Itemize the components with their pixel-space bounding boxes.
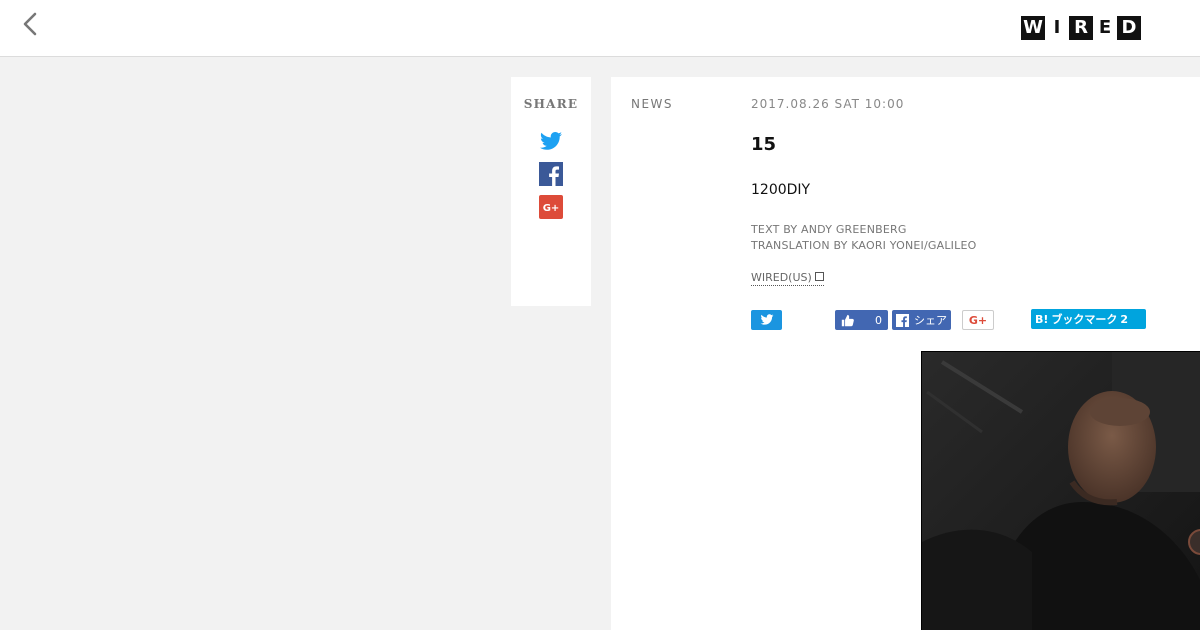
article-lead: 1200DIY: [751, 182, 811, 198]
logo-letter: D: [1117, 16, 1141, 40]
share-twitter-button[interactable]: [539, 129, 563, 153]
thumbs-up-icon: [841, 314, 854, 326]
hatena-count: 2: [1120, 312, 1129, 326]
article-category[interactable]: NEWS: [631, 97, 673, 111]
external-link-icon: [814, 272, 824, 281]
hatena-label: ブックマーク: [1051, 313, 1118, 326]
article-date: 2017.08.26 SAT 10:00: [751, 97, 905, 111]
google-plus-icon: G+: [539, 195, 563, 219]
logo-letter: W: [1021, 16, 1045, 40]
back-button[interactable]: [18, 10, 44, 38]
facebook-like-button[interactable]: 0: [835, 310, 888, 330]
logo-letter: E: [1093, 16, 1117, 40]
hatena-icon: B!: [1035, 312, 1049, 326]
translation-credit: TRANSLATION BY KAORI YONEI/GALILEO: [751, 239, 977, 252]
site-header: W I R E D: [0, 0, 1200, 57]
text-credit: TEXT BY ANDY GREENBERG: [751, 223, 907, 236]
share-sidebar: SHARE G+: [511, 77, 591, 306]
tweet-button[interactable]: [751, 310, 782, 330]
facebook-icon: [539, 162, 563, 186]
facebook-share-button[interactable]: シェア: [892, 310, 951, 330]
cyclist-photo: [922, 352, 1200, 630]
logo-letter: I: [1045, 16, 1069, 40]
twitter-icon: [760, 314, 773, 325]
facebook-icon: [896, 313, 909, 327]
google-plus-button[interactable]: G+: [962, 310, 994, 330]
twitter-icon: [540, 132, 562, 150]
source-link-label: WIRED(US): [751, 271, 812, 284]
google-plus-icon: G+: [968, 313, 988, 327]
article-title: 15: [751, 134, 777, 155]
share-facebook-button[interactable]: [539, 162, 563, 186]
wired-logo[interactable]: W I R E D: [1021, 16, 1141, 40]
source-link[interactable]: WIRED(US): [751, 271, 824, 286]
svg-text:G+: G+: [543, 203, 560, 214]
share-title: SHARE: [523, 97, 579, 111]
video-thumbnail[interactable]: [921, 351, 1200, 630]
like-count: 0: [875, 313, 882, 327]
share-google-plus-button[interactable]: G+: [539, 195, 563, 219]
chevron-left-icon: [23, 12, 37, 36]
hatena-bookmark-button[interactable]: B! ブックマーク 2: [1031, 309, 1146, 329]
logo-letter: R: [1069, 16, 1093, 40]
fb-share-label: シェア: [914, 314, 947, 327]
